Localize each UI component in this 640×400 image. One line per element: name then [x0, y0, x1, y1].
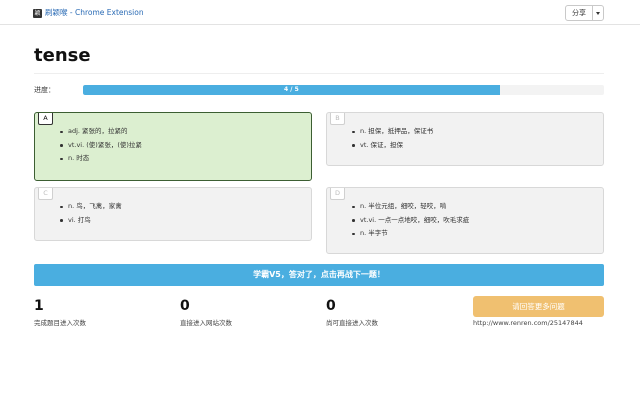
meaning-item: adj. 紧张的，拉紧的: [60, 125, 142, 139]
option-card-d[interactable]: D n. 半位元组，细咬，轻咬，啃 vt.vi. 一点一点地咬，细咬，吹毛求疵 …: [326, 187, 604, 254]
share-dropdown-caret-icon[interactable]: [593, 6, 603, 20]
meaning-item: n. 半位元组，细咬，轻咬，啃: [352, 200, 469, 214]
meaning-item: n. 担保，抵押品，保证书: [352, 125, 433, 139]
meaning-list: adj. 紧张的，拉紧的 vt.vi. (使)紧张，(使)拉紧 n. 时态: [60, 125, 142, 166]
stat-value: 0: [180, 298, 190, 314]
stat-label: 完成题目进入次数: [34, 319, 86, 327]
vocab-word: tense: [34, 45, 91, 66]
meaning-list: n. 鸟，飞禽，家禽 vi. 打鸟: [60, 200, 122, 227]
stat-direct-visits: 0 直接进入网站次数: [180, 297, 232, 328]
extension-title[interactable]: 刷颖喉 - Chrome Extension: [45, 7, 144, 19]
top-bar: 颖 刷颖喉 - Chrome Extension 分享: [0, 0, 640, 25]
stat-completed: 1 完成题目进入次数: [34, 297, 86, 328]
profile-url[interactable]: http://www.renren.com/25147844: [473, 319, 583, 328]
progress-label: 进度：: [34, 86, 55, 94]
stat-value: 0: [326, 298, 336, 314]
meaning-list: n. 半位元组，细咬，轻咬，啃 vt.vi. 一点一点地咬，细咬，吹毛求疵 n.…: [352, 200, 469, 241]
option-card-c[interactable]: C n. 鸟，飞禽，家禽 vi. 打鸟: [34, 187, 312, 241]
meaning-item: vt. 保证，担保: [352, 139, 433, 153]
option-card-a[interactable]: A adj. 紧张的，拉紧的 vt.vi. (使)紧张，(使)拉紧 n. 时态: [34, 112, 312, 181]
stat-value: 1: [34, 298, 44, 314]
meaning-item: vt.vi. 一点一点地咬，细咬，吹毛求疵: [352, 214, 469, 228]
progress-bar-fill: 4 / 5: [83, 85, 500, 95]
option-letter-badge: B: [330, 113, 345, 125]
share-button[interactable]: 分享: [566, 6, 593, 20]
meaning-item: n. 半字节: [352, 227, 469, 241]
option-letter-badge: A: [38, 113, 53, 125]
stat-remaining: 0 尚可直接进入次数: [326, 297, 378, 328]
meaning-item: n. 时态: [60, 152, 142, 166]
divider: [34, 73, 604, 74]
next-question-button[interactable]: 学霸V5，答对了，点击再战下一题！: [34, 264, 604, 286]
stat-label: 直接进入网站次数: [180, 319, 232, 327]
meaning-item: vt.vi. (使)紧张，(使)拉紧: [60, 139, 142, 153]
option-card-b[interactable]: B n. 担保，抵押品，保证书 vt. 保证，担保: [326, 112, 604, 166]
more-questions-button[interactable]: 请回答更多问题: [473, 296, 604, 317]
option-letter-badge: C: [38, 188, 53, 200]
meaning-item: vi. 打鸟: [60, 214, 122, 228]
meaning-list: n. 担保，抵押品，保证书 vt. 保证，担保: [352, 125, 433, 152]
share-button-group[interactable]: 分享: [565, 5, 604, 21]
meaning-item: n. 鸟，飞禽，家禽: [60, 200, 122, 214]
brand[interactable]: 颖 刷颖喉 - Chrome Extension: [33, 7, 144, 19]
stat-label: 尚可直接进入次数: [326, 319, 378, 327]
option-letter-badge: D: [330, 188, 345, 200]
extension-logo-icon: 颖: [33, 8, 42, 18]
progress-bar: 4 / 5: [83, 85, 604, 95]
